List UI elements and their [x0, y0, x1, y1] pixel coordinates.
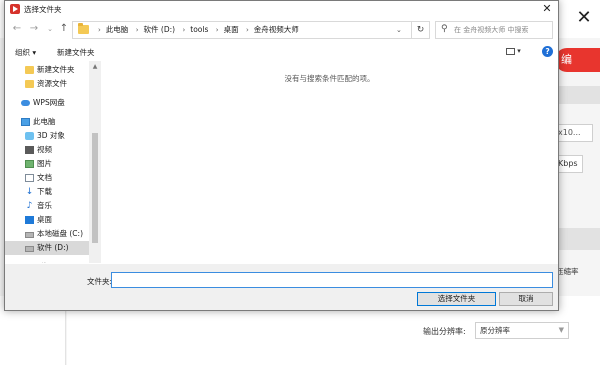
address-bar[interactable]: › 此电脑 › 软件 (D:) › tools › 桌面 › 金舟视频大师 ⌄: [72, 21, 412, 39]
organize-menu-button[interactable]: 组织 ▾: [15, 47, 36, 58]
nav-item-label: 网络: [33, 260, 48, 263]
nav-item-documents[interactable]: 文档: [5, 171, 89, 185]
dialog-titlebar: 选择文件夹 ✕: [5, 1, 558, 17]
select-folder-button[interactable]: 选择文件夹: [417, 292, 496, 306]
background-section-bar: [558, 86, 600, 104]
address-chevron-down-icon[interactable]: ⌄: [396, 22, 402, 38]
nav-item-this-pc[interactable]: 此电脑: [5, 115, 89, 129]
view-icon: [506, 47, 515, 55]
nav-item-wps-cloud[interactable]: WPS网盘: [5, 96, 89, 110]
download-icon: ↓: [25, 187, 34, 197]
chevron-right-icon: ›: [215, 26, 219, 34]
nav-item-local-disk-c[interactable]: 本地磁盘 (C:): [5, 227, 89, 241]
breadcrumb-item[interactable]: 此电脑: [106, 25, 129, 34]
nav-item-videos[interactable]: 视频: [5, 143, 89, 157]
new-folder-button[interactable]: 新建文件夹: [57, 47, 95, 58]
close-icon[interactable]: ✕: [537, 1, 557, 17]
empty-results-message: 没有与搜索条件匹配的项。: [284, 74, 375, 83]
search-placeholder: 在 金舟视频大师 中搜索: [454, 26, 529, 34]
search-icon: ⚲: [441, 24, 448, 34]
nav-item-pictures[interactable]: 图片: [5, 157, 89, 171]
documents-icon: [25, 174, 34, 182]
scrollbar-thumb[interactable]: [92, 133, 98, 243]
computer-icon: [21, 118, 30, 126]
background-section-bar-2: [558, 228, 600, 250]
chevron-right-icon: ›: [245, 26, 249, 34]
nav-item-label: 文档: [37, 173, 52, 182]
cancel-button[interactable]: 取消: [499, 292, 553, 306]
up-arrow-icon[interactable]: ↑: [57, 22, 71, 36]
breadcrumb-item[interactable]: tools: [190, 25, 208, 34]
music-icon: ♪: [26, 201, 33, 211]
nav-item-label: 此电脑: [33, 117, 56, 126]
search-input[interactable]: ⚲ 在 金舟视频大师 中搜索: [435, 21, 553, 39]
nav-item-label: 新建文件夹: [37, 65, 75, 74]
nav-item-downloads[interactable]: ↓ 下载: [5, 185, 89, 199]
folder-icon: [25, 80, 34, 88]
background-close-icon[interactable]: ✕: [572, 6, 596, 30]
chevron-right-icon: ›: [182, 26, 186, 34]
drive-icon: [25, 232, 34, 238]
breadcrumb-item[interactable]: 金舟视频大师: [254, 25, 299, 34]
nav-item-label: 视频: [37, 145, 52, 154]
video-icon: [25, 146, 34, 154]
folder-name-input[interactable]: [111, 272, 553, 288]
nav-item-label: 3D 对象: [37, 131, 65, 140]
folder-icon: [25, 66, 34, 74]
breadcrumb-item[interactable]: 软件 (D:): [144, 25, 176, 34]
output-resolution-label: 输出分辨率:: [423, 327, 466, 336]
dialog-toolbar: 组织 ▾ 新建文件夹 ▾ ?: [5, 43, 558, 61]
background-edit-button[interactable]: 编: [555, 48, 600, 72]
background-compress-label: 压缩率: [556, 267, 579, 276]
desktop-icon: [25, 216, 34, 224]
chevron-down-icon: ▼: [558, 326, 564, 334]
nav-item-label: 下载: [37, 187, 52, 196]
nav-item-label: 图片: [37, 159, 52, 168]
navigation-pane: 新建文件夹 资源文件 WPS网盘 此电脑 3D 对象 视频 图片 文档 ↓ 下载…: [5, 61, 101, 263]
chevron-right-icon: ›: [98, 26, 101, 34]
view-options-button[interactable]: ▾: [506, 47, 526, 57]
nav-item-label: 资源文件: [37, 79, 67, 88]
recent-locations-chevron-icon[interactable]: ⌄: [43, 22, 57, 36]
nav-item-software-d[interactable]: 软件 (D:): [5, 241, 89, 255]
navigation-scrollbar[interactable]: ▲: [89, 61, 101, 263]
output-resolution-value: 原分辨率: [480, 326, 510, 335]
breadcrumb: › 此电脑 › 软件 (D:) › tools › 桌面 › 金舟视频大师: [93, 22, 299, 38]
nav-item-label: 软件 (D:): [37, 243, 69, 252]
chevron-right-icon: ›: [135, 26, 139, 34]
refresh-icon[interactable]: ↻: [412, 21, 430, 39]
dialog-footer: 文件夹: 选择文件夹 取消: [5, 264, 558, 310]
3d-objects-icon: [25, 132, 34, 140]
nav-item-music[interactable]: ♪ 音乐: [5, 199, 89, 213]
cloud-icon: [21, 100, 30, 106]
nav-item-network[interactable]: 网络: [5, 260, 89, 263]
dialog-title: 选择文件夹: [24, 5, 62, 14]
select-folder-dialog: 选择文件夹 ✕ ← → ⌄ ↑ › 此电脑 › 软件 (D:) › tools › 桌面…: [4, 0, 559, 311]
nav-item-label: 音乐: [37, 201, 52, 210]
scroll-up-icon[interactable]: ▲: [89, 63, 101, 70]
nav-item-3d-objects[interactable]: 3D 对象: [5, 129, 89, 143]
breadcrumb-item[interactable]: 桌面: [224, 25, 239, 34]
pictures-icon: [25, 160, 34, 168]
folder-label: 文件夹:: [87, 277, 113, 286]
forward-arrow-icon[interactable]: →: [27, 22, 41, 36]
app-logo-icon: [10, 4, 20, 14]
nav-item-resource-files[interactable]: 资源文件: [5, 77, 89, 91]
output-resolution-select[interactable]: 原分辨率 ▼: [475, 322, 569, 339]
navigation-bar: ← → ⌄ ↑ › 此电脑 › 软件 (D:) › tools › 桌面 › 金舟视频大师…: [5, 19, 558, 41]
background-field-1[interactable]: x10...: [553, 124, 593, 142]
nav-item-label: 本地磁盘 (C:): [37, 229, 83, 238]
folder-icon: [78, 23, 89, 34]
drive-icon: [25, 246, 34, 252]
help-icon[interactable]: ?: [542, 46, 553, 57]
nav-item-label: WPS网盘: [33, 98, 65, 107]
file-list-area[interactable]: 没有与搜索条件匹配的项。: [101, 61, 558, 263]
nav-item-desktop[interactable]: 桌面: [5, 213, 89, 227]
nav-item-new-folder[interactable]: 新建文件夹: [5, 63, 89, 77]
back-arrow-icon[interactable]: ←: [10, 22, 24, 36]
nav-item-label: 桌面: [37, 215, 52, 224]
